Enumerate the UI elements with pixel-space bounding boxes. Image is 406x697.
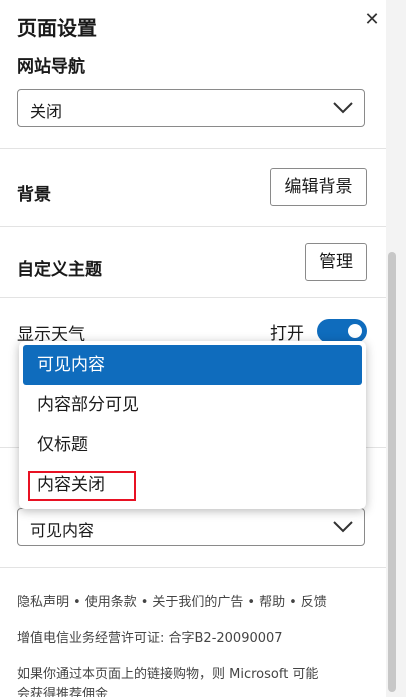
divider <box>0 567 386 568</box>
ads-link[interactable]: 关于我们的广告 <box>152 595 243 610</box>
scrollbar-thumb[interactable] <box>388 252 396 692</box>
site-nav-label: 网站导航 <box>17 57 85 77</box>
content-visibility-select[interactable]: 可见内容 <box>17 508 365 546</box>
site-nav-value: 关闭 <box>30 102 63 121</box>
content-visibility-dropdown: 可见内容 内容部分可见 仅标题 内容关闭 <box>19 341 366 509</box>
dropdown-option-content-off[interactable]: 内容关闭 <box>23 465 362 505</box>
chevron-down-icon <box>333 521 353 533</box>
dropdown-option-visible[interactable]: 可见内容 <box>23 345 362 385</box>
edit-background-button[interactable]: 编辑背景 <box>270 168 367 206</box>
terms-link[interactable]: 使用条款 <box>85 595 137 610</box>
custom-theme-label: 自定义主题 <box>17 260 102 280</box>
weather-toggle[interactable] <box>317 319 367 343</box>
footer-separator: • <box>289 595 297 610</box>
disclaimer-text: 如果你通过本页面上的链接购物，则 Microsoft 可能 <box>17 667 319 682</box>
dropdown-option-partial[interactable]: 内容部分可见 <box>23 385 362 425</box>
chevron-down-icon <box>333 102 353 114</box>
manage-theme-button[interactable]: 管理 <box>305 243 367 281</box>
site-nav-select[interactable]: 关闭 <box>17 89 365 127</box>
dropdown-option-headings-only[interactable]: 仅标题 <box>23 425 362 465</box>
disclaimer-text-cut: 会获得推荐佣金 <box>17 687 109 697</box>
footer-separator: • <box>140 595 149 610</box>
footer-links: 隐私声明 • 使用条款 • 关于我们的广告 • 帮助 • 反馈 <box>17 591 327 610</box>
toggle-knob <box>348 324 362 338</box>
divider <box>0 226 386 227</box>
divider <box>0 297 386 298</box>
close-icon[interactable]: ✕ <box>362 10 382 30</box>
background-label: 背景 <box>17 185 51 205</box>
license-text: 增值电信业务经营许可证: 合字B2-20090007 <box>17 631 283 646</box>
content-visibility-value: 可见内容 <box>30 521 95 540</box>
privacy-link[interactable]: 隐私声明 <box>17 595 69 610</box>
footer-separator: • <box>73 595 81 610</box>
footer-separator: • <box>247 595 256 610</box>
page-settings-panel: 页面设置 ✕ 网站导航 关闭 背景 编辑背景 自定义主题 管理 显示天气 打开 … <box>0 0 386 697</box>
help-link[interactable]: 帮助 <box>259 595 285 610</box>
divider <box>0 148 386 149</box>
feedback-link[interactable]: 反馈 <box>301 595 327 610</box>
panel-title: 页面设置 <box>17 16 97 40</box>
